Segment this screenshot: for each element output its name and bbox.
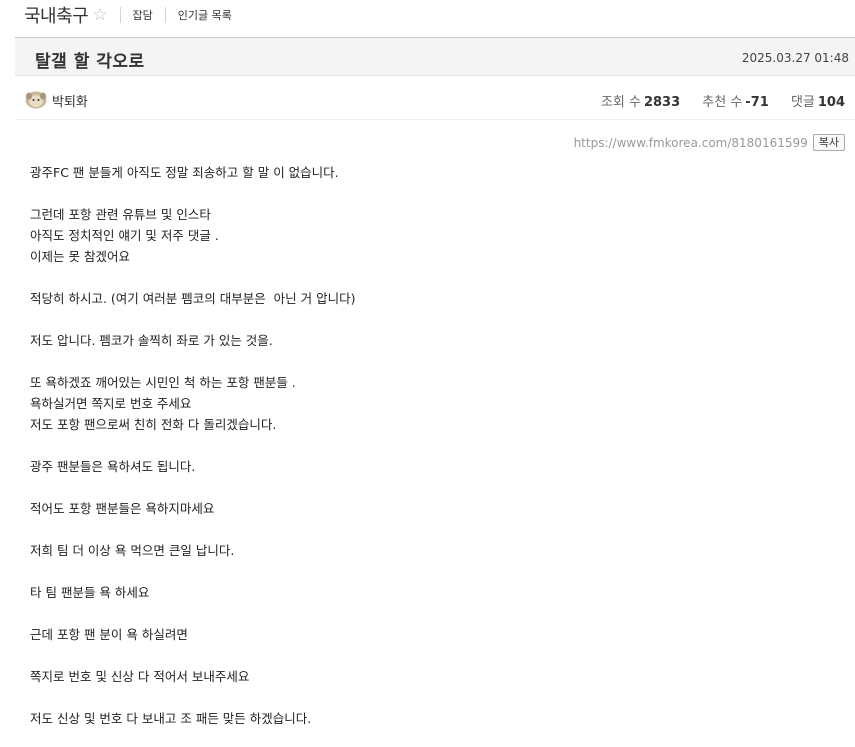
nav-link-popular[interactable]: 인기글 목록 [178, 7, 232, 23]
body-paragraph: 아직도 정치적인 얘기 및 저주 댓글 . [30, 228, 219, 243]
board-title[interactable]: 국내축구 [24, 2, 89, 28]
comments-count: 104 [817, 95, 845, 110]
post-stats: 조회 수 2833 추천 수 -71 댓글 104 [601, 91, 845, 110]
avatar-icon[interactable] [25, 89, 47, 109]
body-paragraph: 그런데 포항 관련 유튜브 및 인스타 [30, 207, 211, 222]
body-blank-line [30, 645, 830, 666]
body-paragraph: 저도 압니다. 펨코가 솔찍히 좌로 가 있는 것을. [30, 333, 273, 348]
votes-stat: 추천 수 -71 [702, 95, 769, 110]
body-blank-line [30, 519, 830, 540]
nav-link-chat[interactable]: 잡담 [133, 7, 153, 23]
body-paragraph: 저도 신상 및 번호 다 보내고 조 패든 맞든 하겠습니다. [30, 711, 312, 726]
divider [119, 7, 121, 23]
views-count: 2833 [643, 95, 681, 110]
body-paragraph: 근데 포항 팬 분이 욕 하실려면 [30, 627, 188, 642]
body-blank-line [30, 183, 830, 204]
body-paragraph: 욕하실거면 쪽지로 번호 주세요 [30, 396, 192, 411]
body-blank-line [30, 351, 830, 372]
votes-count: -71 [745, 95, 769, 110]
star-outline-icon[interactable]: ☆ [92, 6, 107, 24]
body-paragraph: 타 팀 팬분들 욕 하세요 [30, 585, 150, 600]
body-blank-line [30, 267, 830, 288]
comments-stat[interactable]: 댓글 104 [791, 95, 845, 110]
body-paragraph: 또 욕하겠죠 깨어있는 시민인 척 하는 포항 팬분들 . [30, 375, 296, 390]
post-title-bar: 탈갤 할 각오로 2025.03.27 01:48 [15, 37, 855, 76]
body-paragraph: 저희 팀 더 이상 욕 먹으면 큰일 납니다. [30, 543, 235, 558]
post-url-row: https://www.fmkorea.com/8180161599 복사 [574, 134, 845, 151]
copy-url-button[interactable]: 복사 [812, 134, 845, 151]
body-paragraph: 쪽지로 번호 및 신상 다 적어서 보내주세요 [30, 669, 250, 684]
body-blank-line [30, 309, 830, 330]
board-header: 국내축구 ☆ 잡담 인기글 목록 [24, 2, 232, 28]
body-blank-line [30, 435, 830, 456]
body-paragraph: 광주 팬분들은 욕하셔도 됩니다. [30, 459, 196, 474]
body-blank-line [30, 687, 830, 708]
divider [164, 7, 166, 23]
post-body: 광주FC 팬 분들게 아직도 정말 죄송하고 할 말 이 없습니다. 그런데 포항… [30, 162, 830, 729]
post-url[interactable]: https://www.fmkorea.com/8180161599 [574, 136, 808, 150]
author-row: 박퇴화 조회 수 2833 추천 수 -71 댓글 104 [15, 80, 855, 120]
body-blank-line [30, 603, 830, 624]
author-name[interactable]: 박퇴화 [52, 91, 88, 110]
body-blank-line [30, 477, 830, 498]
post-title: 탈갤 할 각오로 [35, 52, 145, 72]
body-paragraph: 적당히 하시고. (여기 여러분 펨코의 대부분은 아닌 거 압니다) [30, 291, 356, 306]
body-paragraph: 저도 포항 팬으로써 친히 전화 다 돌리겠습니다. [30, 417, 277, 432]
body-blank-line [30, 561, 830, 582]
body-paragraph: 광주FC 팬 분들게 아직도 정말 죄송하고 할 말 이 없습니다. [30, 165, 339, 180]
post-date: 2025.03.27 01:48 [741, 51, 849, 65]
views-stat: 조회 수 2833 [600, 95, 681, 110]
body-paragraph: 이제는 못 참겠어요 [30, 249, 130, 264]
body-paragraph: 적어도 포항 팬분들은 욕하지마세요 [30, 501, 215, 516]
